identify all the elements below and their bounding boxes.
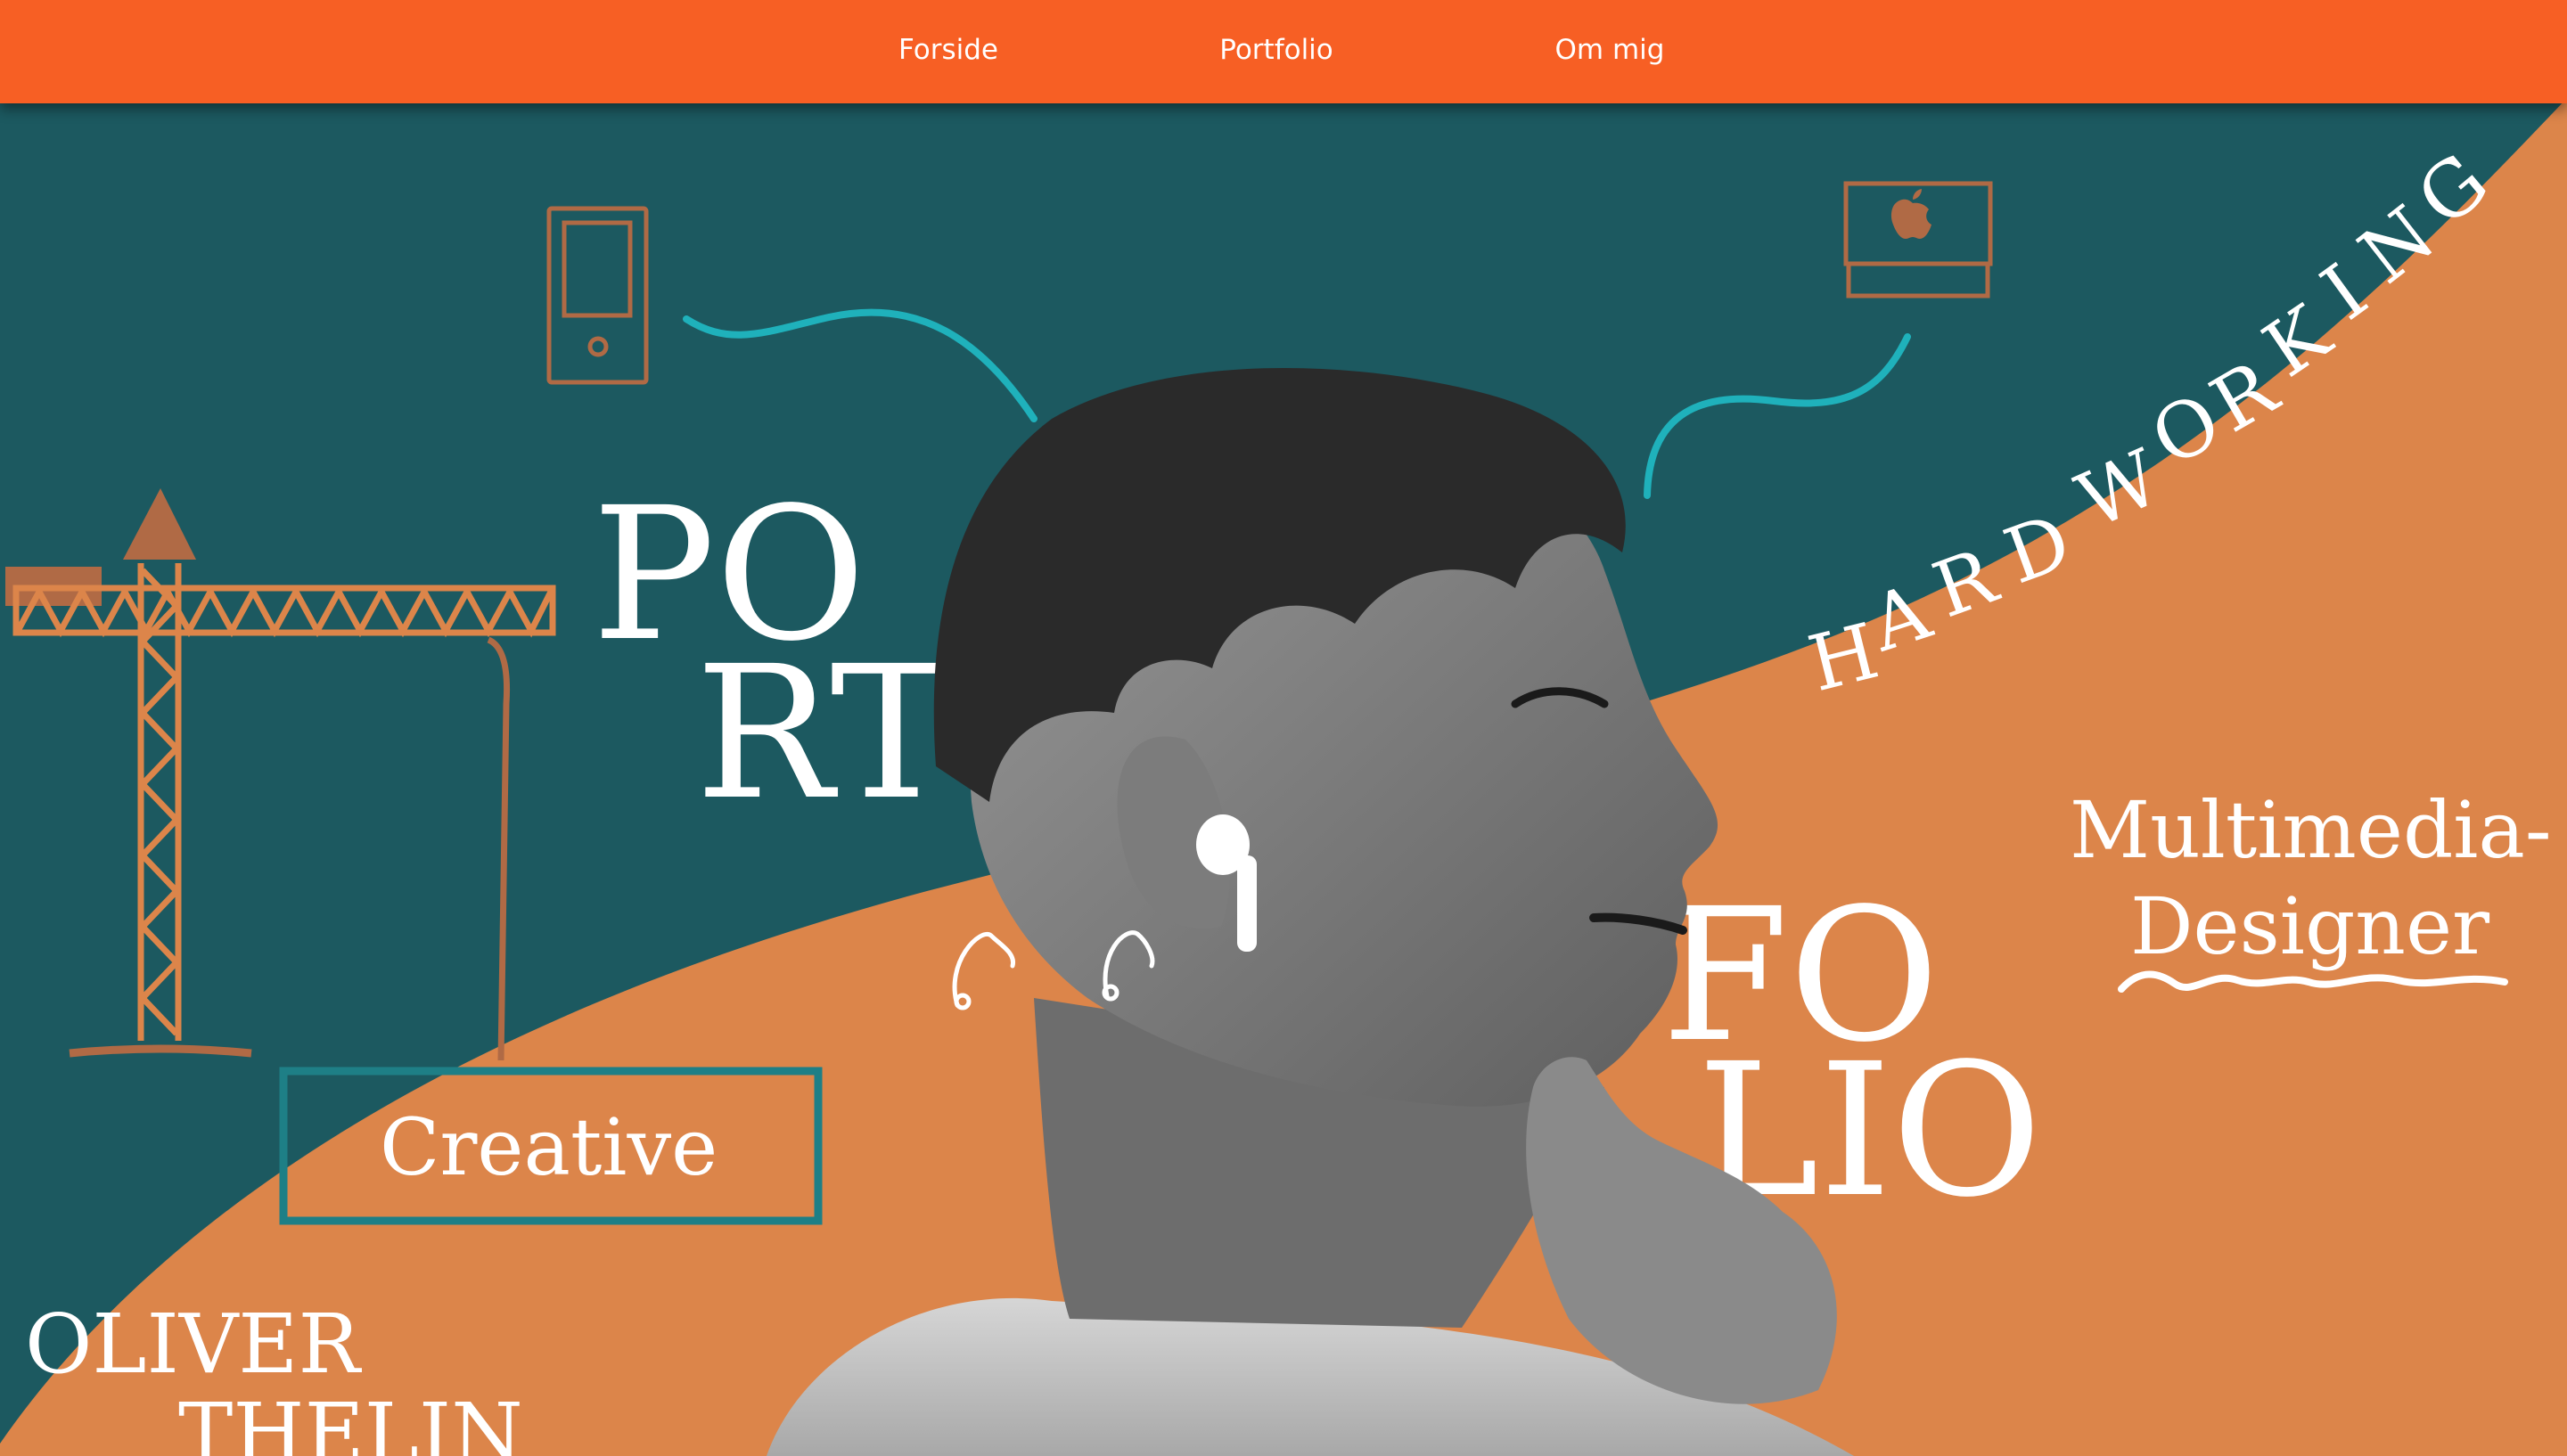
nav-link-portfolio[interactable]: Portfolio (1219, 34, 1333, 66)
subtitle-designer: Designer (2130, 880, 2490, 972)
creative-label: Creative (380, 1101, 718, 1193)
name-first: OLIVER (25, 1296, 362, 1392)
nav-link-forside[interactable]: Forside (898, 34, 998, 66)
name-last: THELIN (178, 1386, 523, 1456)
hero-banner: PO RT FO LIO H A R D W O R K I N G Multi… (0, 0, 2567, 1456)
portfolio-title-part-2: RT (695, 626, 953, 840)
top-navigation: Forside Portfolio Om mig (0, 0, 2567, 103)
subtitle-multimedia: Multimedia- (2070, 784, 2552, 876)
nav-link-om-mig[interactable]: Om mig (1555, 34, 1665, 66)
